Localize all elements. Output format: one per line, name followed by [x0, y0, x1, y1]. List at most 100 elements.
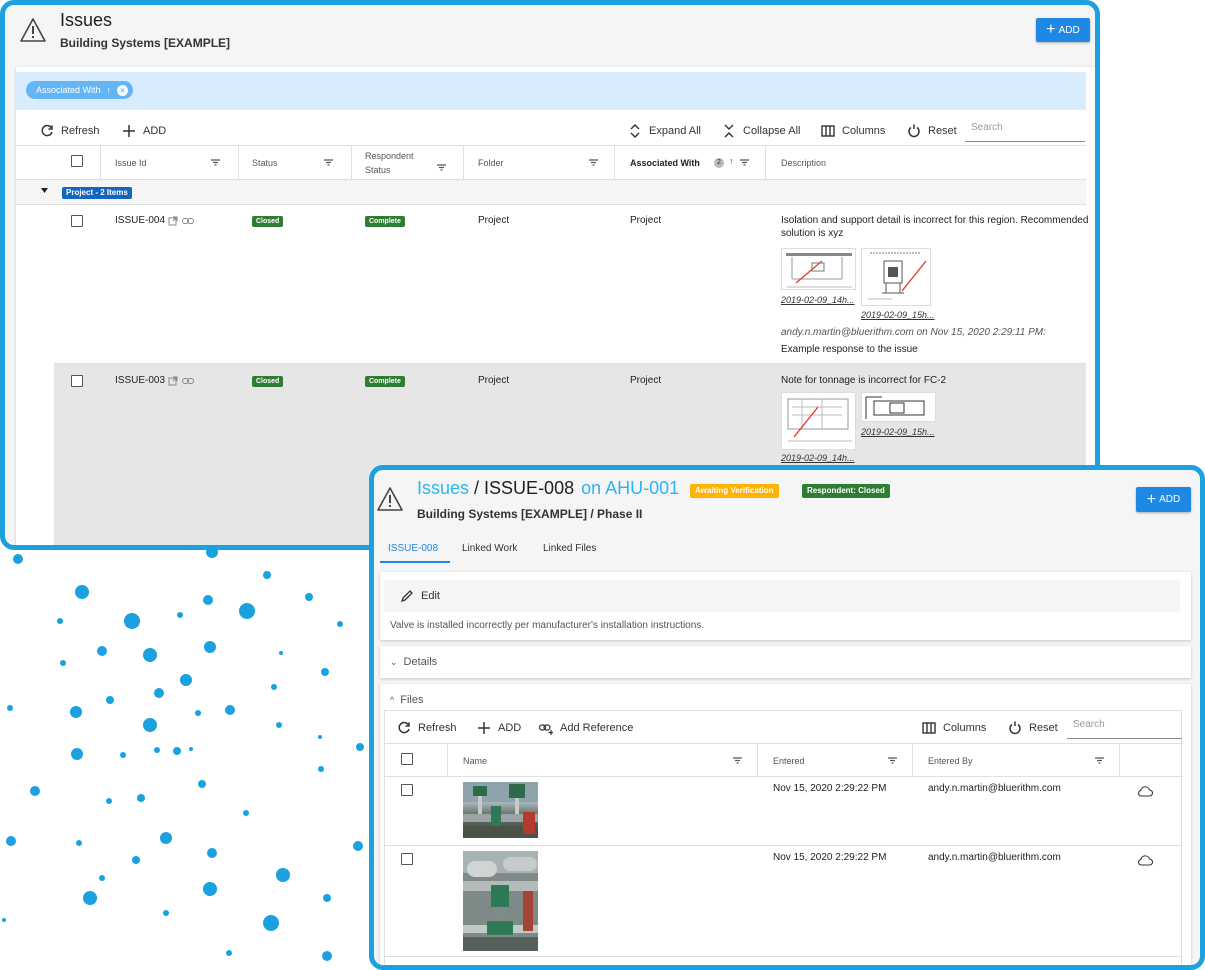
select-all-checkbox[interactable] — [71, 155, 83, 167]
cloud-icon[interactable] — [1137, 854, 1153, 866]
row-checkbox[interactable] — [71, 375, 83, 387]
caret-down-icon[interactable] — [40, 186, 49, 195]
refresh-button[interactable]: Refresh — [40, 124, 100, 138]
attachment-caption[interactable]: 2019-02-09_15h... — [861, 427, 935, 437]
decorative-dot — [30, 786, 40, 796]
col-status[interactable]: Status — [252, 158, 278, 168]
drawing-thumbnail[interactable] — [861, 392, 936, 422]
group-chip[interactable]: Associated With ↑ × — [26, 81, 134, 99]
filter-icon[interactable] — [211, 159, 220, 166]
valve-photo-thumbnail[interactable] — [463, 851, 538, 951]
drawing-thumbnail[interactable] — [781, 392, 856, 450]
filter-icon[interactable] — [888, 757, 897, 764]
target-asset-link[interactable]: on AHU-001 — [581, 478, 679, 499]
decorative-dot — [195, 710, 201, 716]
associated-with-link[interactable]: Project — [630, 215, 661, 226]
open-external-icon[interactable] — [168, 216, 178, 226]
link-icon[interactable] — [182, 376, 194, 386]
decorative-dot — [318, 766, 324, 772]
add-button[interactable]: + ADD — [1036, 18, 1090, 42]
col-name[interactable]: Name — [463, 756, 487, 766]
filter-icon[interactable] — [437, 164, 446, 171]
decorative-dot — [173, 747, 181, 755]
search-input[interactable]: Search — [1067, 719, 1182, 739]
row-checkbox[interactable] — [71, 215, 83, 227]
close-circle-icon[interactable]: × — [117, 84, 129, 96]
open-external-icon[interactable] — [168, 376, 178, 386]
add-button[interactable]: + ADD — [1136, 487, 1191, 512]
drawing-thumbnail[interactable] — [781, 248, 856, 290]
decorative-dot — [2, 918, 6, 922]
decorative-dot — [71, 748, 83, 760]
drawing-thumbnail[interactable] — [861, 248, 931, 306]
row-checkbox[interactable] — [401, 853, 413, 865]
filter-icon[interactable] — [1095, 757, 1104, 764]
edit-bar — [384, 580, 1180, 612]
active-tab-indicator — [380, 561, 450, 563]
add-file-button[interactable]: ADD — [477, 721, 521, 735]
decorative-dot — [75, 585, 89, 599]
tab-linked-files[interactable]: Linked Files — [543, 543, 596, 554]
select-all-checkbox[interactable] — [401, 753, 413, 765]
decorative-dot — [163, 910, 169, 916]
page-subtitle: Building Systems [EXAMPLE] / Phase II — [417, 507, 643, 521]
breadcrumb-issues-link[interactable]: Issues — [417, 478, 469, 499]
col-issue-id[interactable]: Issue Id — [115, 158, 147, 168]
attachment-caption[interactable]: 2019-02-09_14h... — [781, 295, 855, 305]
filter-icon[interactable] — [733, 757, 742, 764]
col-entered[interactable]: Entered — [773, 756, 805, 766]
arrow-up-icon[interactable]: ↑ — [107, 85, 112, 95]
sort-asc-icon[interactable]: ↑ — [729, 156, 734, 166]
filter-icon[interactable] — [324, 159, 333, 166]
add-row-button[interactable]: ADD — [122, 124, 166, 138]
valve-photo-thumbnail[interactable] — [463, 782, 538, 838]
associated-with-link[interactable]: Project — [630, 375, 661, 386]
col-description[interactable]: Description — [781, 158, 826, 168]
decorative-dot — [203, 595, 213, 605]
col-respondent-status[interactable]: Respondent Status — [365, 151, 414, 175]
decorative-dot — [321, 668, 329, 676]
col-folder[interactable]: Folder — [478, 158, 504, 168]
decorative-dot — [177, 612, 183, 618]
files-section-header[interactable]: ^ Files — [390, 694, 423, 706]
issue-id-link[interactable]: ISSUE-003 — [115, 375, 165, 386]
entered-cell: Nov 15, 2020 2:29:22 PM — [773, 783, 887, 794]
collapse-all-button[interactable]: Collapse All — [722, 124, 800, 138]
decorative-dot — [323, 894, 331, 902]
search-input[interactable]: Search — [965, 122, 1085, 142]
plus-icon — [478, 722, 490, 734]
status-badge: Closed — [252, 376, 284, 387]
row-checkbox[interactable] — [401, 784, 413, 796]
link-icon[interactable] — [182, 216, 194, 226]
refresh-button[interactable]: Refresh — [397, 721, 457, 735]
edit-button[interactable]: Edit — [400, 589, 440, 603]
reset-button[interactable]: Reset — [1008, 721, 1058, 735]
group-by-bar: Associated With ↑ × — [16, 72, 1086, 110]
attachment-caption[interactable]: 2019-02-09_15h... — [861, 310, 935, 320]
reset-button[interactable]: Reset — [907, 124, 957, 138]
col-associated-with[interactable]: Associated With — [630, 158, 700, 168]
cloud-icon[interactable] — [1137, 785, 1153, 797]
col-entered-by[interactable]: Entered By — [928, 756, 973, 766]
page-subtitle: Building Systems [EXAMPLE] — [60, 36, 231, 50]
columns-button[interactable]: Columns — [821, 124, 885, 138]
columns-button[interactable]: Columns — [922, 721, 986, 735]
expand-all-button[interactable]: Expand All — [628, 124, 701, 138]
description-line: Isolation and support detail is incorrec… — [781, 215, 1089, 226]
issue-id-link[interactable]: ISSUE-004 — [115, 215, 165, 226]
issue-detail-window: Issues / ISSUE-008 on AHU-001 Awaiting V… — [369, 465, 1205, 970]
tab-issue-008[interactable]: ISSUE-008 — [388, 543, 438, 554]
tab-linked-work[interactable]: Linked Work — [462, 543, 517, 554]
issue-description: Valve is installed incorrectly per manuf… — [390, 620, 705, 631]
filter-icon[interactable] — [589, 159, 598, 166]
entered-cell: Nov 15, 2020 2:29:22 PM — [773, 852, 887, 863]
add-reference-button[interactable]: Add Reference — [539, 721, 633, 735]
plus-icon — [123, 125, 135, 137]
columns-icon — [821, 125, 835, 137]
decorative-dot — [83, 891, 97, 905]
decorative-dot — [143, 648, 157, 662]
filter-icon[interactable] — [740, 159, 749, 166]
details-section[interactable]: ⌄ Details — [380, 646, 1191, 678]
decorative-dot — [279, 651, 283, 655]
attachment-caption[interactable]: 2019-02-09_14h... — [781, 453, 855, 463]
